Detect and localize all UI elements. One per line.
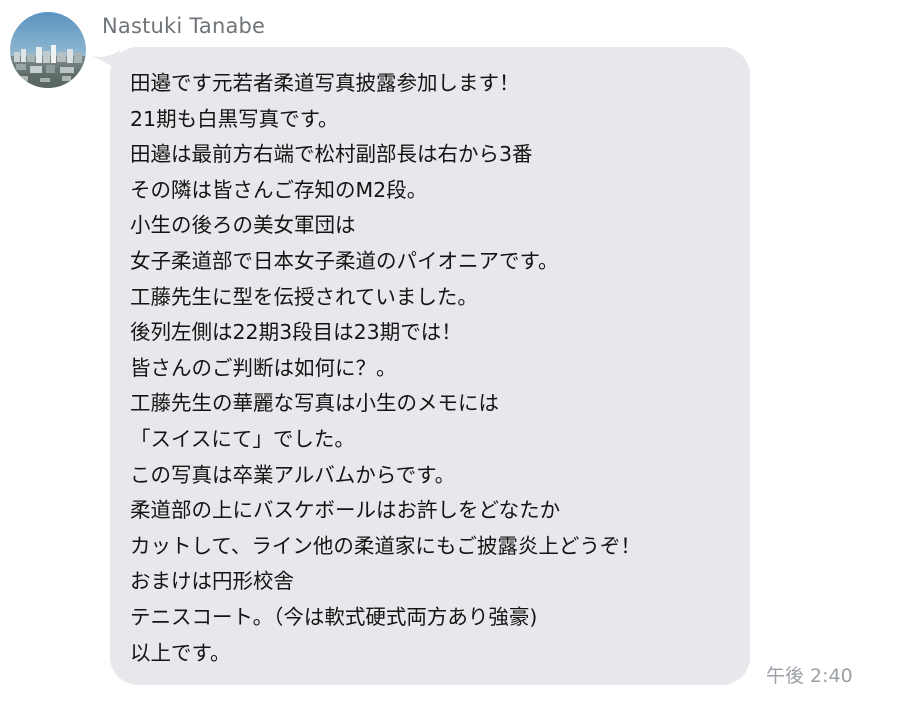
message-line: この写真は卒業アルバムからです。 xyxy=(130,462,456,487)
message-line: 「スイスにて」でした。 xyxy=(130,426,355,451)
chat-message-row: Nastuki Tanabe 田邉です元若者柔道写真披露参加します！ 21期も白… xyxy=(0,0,922,702)
message-line: 工藤先生の華麗な写真は小生のメモには xyxy=(130,391,499,416)
message-line: 柔道部の上にバスケボールはお許しをどなたか xyxy=(130,498,561,523)
message-line: 小生の後ろの美女軍団は xyxy=(130,213,356,238)
message-line: テニスコート。（今は軟式硬式両方あり強豪) xyxy=(130,604,538,629)
message-line: おまけは円形校舎 xyxy=(130,569,294,594)
message-bubble[interactable]: 田邉です元若者柔道写真披露参加します！ 21期も白黒写真です。 田邉は最前方右端… xyxy=(110,47,750,685)
message-line: 田邉です元若者柔道写真披露参加します！ xyxy=(130,71,520,95)
city-skyline-photo-icon xyxy=(10,12,86,88)
message-line: 後列左側は22期3段目は23期では！ xyxy=(130,320,462,345)
message-line: 工藤先生に型を伝授されていました。 xyxy=(130,284,478,309)
message-line: カットして、ライン他の柔道家にもご披露炎上どうぞ！ xyxy=(130,533,641,558)
message-line: 女子柔道部で日本女子柔道のパイオニアです。 xyxy=(130,248,559,273)
message-line: その隣は皆さんご存知のM2段。 xyxy=(130,177,428,202)
sender-name[interactable]: Nastuki Tanabe xyxy=(102,12,265,40)
message-timestamp: 午後 2:40 xyxy=(766,665,853,687)
message-line: 皆さんのご判断は如何に？。 xyxy=(130,355,397,380)
message-line: 田邉は最前方右端で松村副部長は右から3番 xyxy=(130,142,533,167)
avatar[interactable] xyxy=(10,12,86,88)
message-line: 以上です。 xyxy=(130,640,231,665)
message-line: 21期も白黒写真です。 xyxy=(130,106,339,131)
